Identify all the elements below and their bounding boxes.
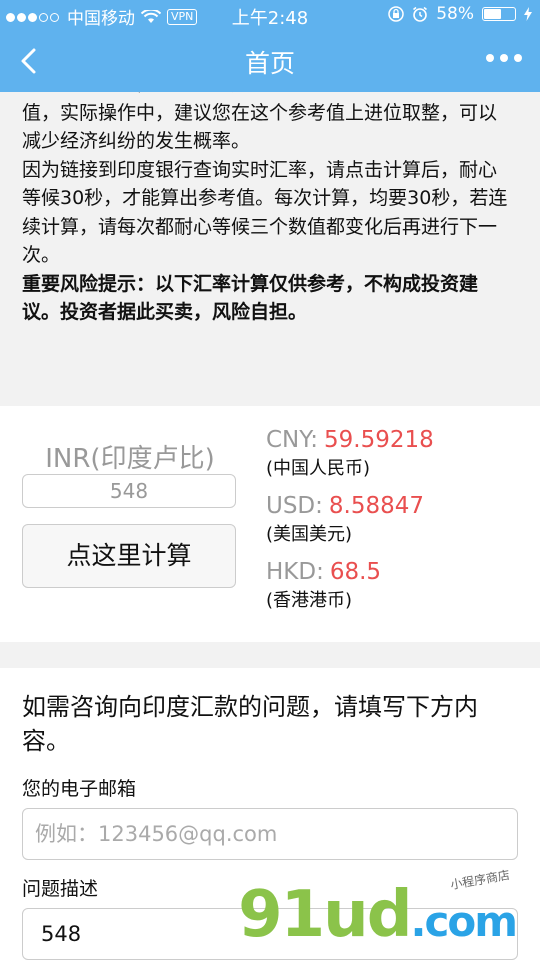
battery-percent: 58% [436,4,474,24]
orientation-lock-icon [388,6,404,22]
notice-section: 度的卢比数额，右侧为您应该汇出的最低货币款项参考值，实际操作中，建议您在这个参考… [0,92,540,380]
currency-code: USD: [266,493,323,519]
currency-name: (香港港币) [266,590,353,611]
alarm-icon [413,6,428,22]
calculate-button[interactable]: 点这里计算 [22,524,236,588]
form-title: 如需咨询向印度汇款的问题，请填写下方内容。 [22,693,478,755]
page-title: 首页 [244,49,295,78]
question-label: 问题描述 [22,878,99,900]
notice-paragraph: 度的卢比数额，右侧为您应该汇出的最低货币款项参考值，实际操作中，建议您在这个参考… [22,92,498,152]
inr-label: INR(印度卢比) [45,444,215,474]
nav-bar: 首页 [0,30,540,92]
risk-warning: 重要风险提示：以下汇率计算仅供参考，不构成投资建议。投资者据此买卖，风险自担。 [22,272,479,324]
rate-row-usd: USD: 8.58847 (美国美元) [266,490,434,556]
battery-icon [482,7,516,21]
rate-row-hkd: HKD: 68.5 (香港港币) [266,556,434,622]
rates-list: CNY: 59.59218 (中国人民币) USD: 8.58847 (美国美元) … [266,424,434,622]
status-bar: 中国移动 VPN 上午2:48 58% [0,0,540,30]
inr-amount-input[interactable]: 548 [22,474,236,508]
watermark-text: 91ud [238,878,412,952]
email-label: 您的电子邮箱 [22,778,137,800]
notice-paragraph: 因为链接到印度银行查询实时汇率，请点击计算后，耐心等候30秒，才能算出参考值。每… [22,158,508,267]
currency-value: 68.5 [329,559,382,585]
currency-value: 59.59218 [324,427,434,453]
currency-code: CNY: [266,427,319,453]
site-watermark-logo: 小程序商店 91ud.com [238,868,518,954]
currency-name: (中国人民币) [266,458,371,479]
currency-value: 8.58847 [328,493,425,519]
calculator-card: INR(印度卢比) 548 点这里计算 CNY: 59.59218 (中国人民币)… [0,406,540,642]
email-field[interactable]: 例如：123456@qq.com [22,808,518,860]
more-options-icon[interactable] [486,54,522,62]
currency-code: HKD: [266,559,324,585]
watermark-tld: .com [410,897,518,946]
rate-row-cny: CNY: 59.59218 (中国人民币) [266,424,434,490]
currency-name: (美国美元) [266,524,353,545]
charging-icon [524,7,532,21]
